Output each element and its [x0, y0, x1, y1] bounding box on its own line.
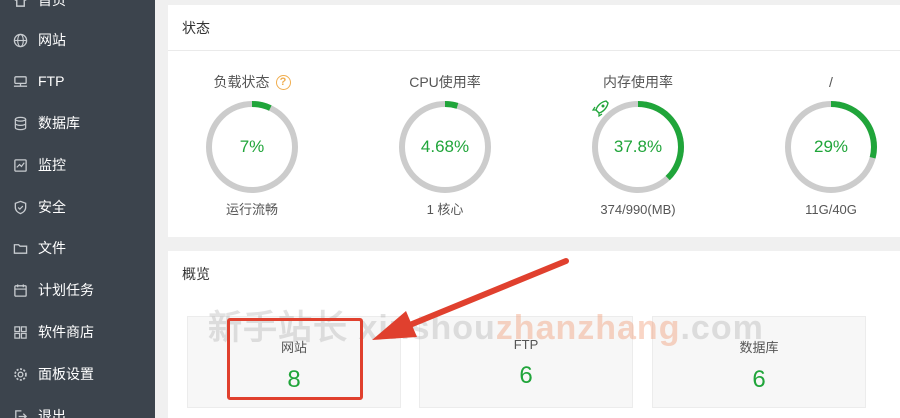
- monitor-icon: [12, 157, 28, 173]
- gauge-label: 内存使用率: [603, 74, 673, 90]
- gauge-ring[interactable]: 4.68%: [397, 99, 493, 195]
- gauge-label: CPU使用率: [409, 74, 481, 90]
- card-value: 6: [519, 362, 533, 389]
- gauge-disk: / 29% 11G/40G: [771, 71, 891, 219]
- gauge-value: 29%: [813, 137, 849, 156]
- apps-grid-icon: [12, 324, 28, 340]
- database-icon: [12, 115, 28, 131]
- gauge-subtext: 1 核心: [426, 202, 464, 217]
- sidebar-item-label: 数据库: [38, 115, 80, 131]
- ftp-icon: [12, 73, 28, 89]
- sidebar-item-label: 安全: [38, 199, 66, 215]
- sidebar-item-label: 网站: [38, 32, 66, 48]
- gauge-label: 负载状态: [213, 74, 270, 90]
- card-value: 6: [752, 366, 766, 393]
- sidebar-item-label: 首页: [38, 0, 66, 8]
- gauge-load: 负载状态 ? 7% 运行流畅: [192, 71, 312, 219]
- globe-icon: [12, 32, 28, 48]
- sidebar: 首页 网站 FTP 数据库 监控 安全 文件 计划任务 软件商店 面板设置 退出: [0, 0, 155, 418]
- annotation-arrow-icon: [372, 258, 569, 340]
- gear-icon: [12, 366, 28, 382]
- gauge-ring[interactable]: 37.8%: [590, 99, 686, 195]
- sidebar-item-cron[interactable]: 计划任务: [0, 270, 155, 310]
- gauge-value: 4.68%: [420, 137, 470, 156]
- sidebar-item-logout[interactable]: 退出: [0, 396, 155, 418]
- gauge-ring[interactable]: 29%: [783, 99, 879, 195]
- sidebar-item-files[interactable]: 文件: [0, 228, 155, 268]
- sidebar-item-monitor[interactable]: 监控: [0, 145, 155, 185]
- sidebar-item-label: 面板设置: [38, 366, 94, 382]
- home-icon: [12, 0, 28, 8]
- sidebar-item-websites[interactable]: 网站: [0, 20, 155, 60]
- gauge-value: 7%: [239, 137, 265, 156]
- gauge-label: /: [829, 74, 833, 90]
- sidebar-item-ftp[interactable]: FTP: [0, 61, 155, 101]
- gauge-subtext: 运行流畅: [225, 202, 278, 217]
- sidebar-item-label: 文件: [38, 240, 66, 256]
- gauge-value: 37.8%: [613, 137, 663, 156]
- gauge-cpu: CPU使用率 4.68% 1 核心: [385, 71, 505, 219]
- gauge-memory: 内存使用率 37.8% 374/990(MB): [578, 71, 698, 219]
- sidebar-item-home[interactable]: 首页: [0, 0, 155, 20]
- sidebar-item-label: 监控: [38, 157, 66, 173]
- sidebar-item-label: 计划任务: [38, 282, 94, 298]
- sidebar-item-database[interactable]: 数据库: [0, 103, 155, 143]
- help-question-icon[interactable]: ?: [275, 74, 291, 90]
- gauge-subtext: 11G/40G: [805, 202, 857, 217]
- logout-icon: [12, 408, 28, 418]
- sidebar-item-panel-settings[interactable]: 面板设置: [0, 354, 155, 394]
- sidebar-item-label: FTP: [38, 73, 65, 89]
- sidebar-item-label: 软件商店: [38, 324, 94, 340]
- status-panel: 状态 负载状态 ? 7% 运行流畅 CPU使用率 4.68% 1 核心 内存使用…: [168, 5, 900, 237]
- shield-icon: [12, 199, 28, 215]
- sidebar-item-security[interactable]: 安全: [0, 187, 155, 227]
- folder-icon: [12, 240, 28, 256]
- annotation-highlight-box: [227, 318, 363, 400]
- sidebar-item-label: 退出: [38, 408, 66, 418]
- gauge-ring[interactable]: 7%: [204, 99, 300, 195]
- sidebar-item-app-store[interactable]: 软件商店: [0, 312, 155, 352]
- gauge-subtext: 374/990(MB): [600, 202, 676, 217]
- calendar-icon: [12, 282, 28, 298]
- status-panel-title: 状态: [168, 5, 900, 51]
